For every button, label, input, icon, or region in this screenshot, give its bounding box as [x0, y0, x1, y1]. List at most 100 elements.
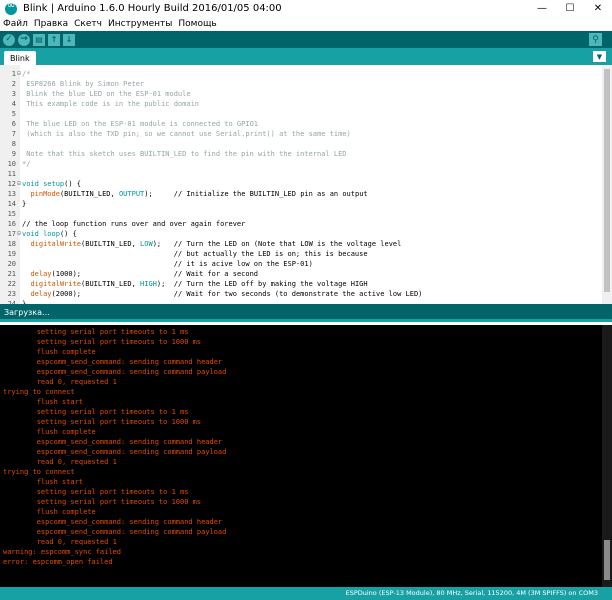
- line-number: 15: [7, 210, 16, 218]
- code-token: /*: [22, 70, 31, 78]
- console-line: espcomm_send_command: sending command pa…: [3, 368, 227, 376]
- status-bar: Загрузка...: [0, 304, 612, 322]
- tab-blink[interactable]: Blink: [4, 51, 36, 65]
- console-line: setting serial port timeouts to 1000 ms: [3, 338, 202, 346]
- minimize-button[interactable]: —: [528, 0, 556, 17]
- code-token: */: [22, 160, 31, 168]
- board-info: ESPDuino (ESP-13 Module), 80 MHz, Serial…: [345, 589, 598, 597]
- code-line: 2 ESP8266 Blink by Simon Peter: [0, 79, 600, 89]
- line-number: 5: [11, 110, 16, 118]
- line-number: 22: [7, 280, 16, 288]
- window-title: Blink | Arduino 1.6.0 Hourly Build 2016/…: [23, 3, 282, 14]
- code-token: loop: [43, 230, 60, 238]
- code-token: ); // Initialize the BUILTIN_LED pin as …: [144, 190, 368, 198]
- code-line: 1 ⊟/*: [0, 69, 600, 79]
- console-scrollbar[interactable]: [602, 325, 612, 587]
- editor-scrollbar-thumb[interactable]: [604, 69, 610, 292]
- line-number: 14: [7, 200, 16, 208]
- line-number: 19: [7, 250, 16, 258]
- chevron-down-icon: ▼: [596, 52, 603, 61]
- console-line: flush complete: [3, 428, 96, 436]
- code-line: 21 delay (1000); // Wait for a second: [0, 269, 600, 279]
- line-number: 20: [7, 260, 16, 268]
- code-area[interactable]: 1 ⊟/* 2 ESP8266 Blink by Simon Peter 3 Blin…: [0, 69, 600, 304]
- arrow-right-icon: →: [20, 34, 28, 44]
- code-token: setup: [43, 180, 65, 188]
- open-sketch-button[interactable]: ↑: [48, 33, 60, 46]
- code-token: This example code is in the public domai…: [22, 100, 200, 108]
- menu-file[interactable]: Файл: [3, 19, 28, 29]
- console-line: setting serial port timeouts to 1000 ms: [3, 498, 202, 506]
- editor-scrollbar[interactable]: [602, 65, 612, 304]
- console-line: espcomm_send_command: sending command he…: [3, 518, 223, 526]
- code-token: LOW: [140, 240, 153, 248]
- serial-monitor-button[interactable]: ⚲: [589, 33, 602, 46]
- line-number: 10: [7, 160, 16, 168]
- status-text: Загрузка...: [4, 308, 50, 317]
- console-line: flush start: [3, 398, 84, 406]
- tab-menu-button[interactable]: ▼: [593, 51, 606, 62]
- line-number: 13: [7, 190, 16, 198]
- code-line: 15: [0, 209, 600, 219]
- code-token: pinMode: [30, 190, 60, 198]
- menu-edit[interactable]: Правка: [34, 19, 68, 29]
- magnifier-icon: ⚲: [592, 34, 599, 45]
- tab-strip: Blink ▼: [0, 48, 612, 65]
- console-line: setting serial port timeouts to 1 ms: [3, 488, 189, 496]
- checkmark-icon: ✓: [5, 34, 13, 44]
- code-token: Blink the blue LED on the ESP-01 module: [22, 90, 191, 98]
- code-line: 9 Note that this sketch uses BUILTIN_LED…: [0, 149, 600, 159]
- code-token: () {: [59, 230, 77, 238]
- arduino-logo-icon: [5, 0, 17, 15]
- maximize-button[interactable]: ☐: [556, 0, 584, 17]
- line-number: 23: [7, 290, 16, 298]
- code-line: 18 digitalWrite (BUILTIN_LED, LOW); // Tu…: [0, 239, 600, 249]
- code-line: 11: [0, 169, 600, 179]
- console-output[interactable]: setting serial port timeouts to 1 ms set…: [0, 325, 612, 587]
- menu-tools[interactable]: Инструменты: [108, 19, 172, 29]
- menu-help[interactable]: Помощь: [178, 19, 216, 29]
- code-token: (which is also the TXD pin; so we cannot…: [22, 130, 351, 138]
- console-scrollbar-thumb[interactable]: [604, 540, 610, 580]
- code-token: (BUILTIN_LED,: [81, 240, 141, 248]
- arrow-down-icon: ↓: [65, 34, 73, 44]
- code-token: ); // Turn the LED off by making the vol…: [156, 280, 368, 288]
- save-sketch-button[interactable]: ↓: [63, 33, 75, 46]
- code-line: 22 digitalWrite (BUILTIN_LED, HIGH); // T…: [0, 279, 600, 289]
- upload-button[interactable]: →: [18, 33, 30, 46]
- code-line: 23 delay (2000); // Wait for two seconds …: [0, 289, 600, 299]
- code-token: ); // Turn the LED on (Note that LOW is …: [152, 240, 402, 248]
- code-token: delay: [30, 270, 52, 278]
- console-line: setting serial port timeouts to 1000 ms: [3, 418, 202, 426]
- close-button[interactable]: ✕: [584, 0, 612, 17]
- code-token: The blue LED on the ESP-01 module is con…: [22, 120, 259, 128]
- code-token: (BUILTIN_LED,: [59, 190, 119, 198]
- code-token: void: [22, 180, 39, 188]
- code-token: void: [22, 230, 39, 238]
- code-token: ESP8266 Blink by Simon Peter: [22, 80, 145, 88]
- verify-button[interactable]: ✓: [3, 33, 15, 46]
- code-token: }: [22, 200, 27, 208]
- console-line: espcomm_send_command: sending command pa…: [3, 448, 227, 456]
- arrow-up-icon: ↑: [50, 34, 58, 44]
- code-editor[interactable]: 1 ⊟/* 2 ESP8266 Blink by Simon Peter 3 Blin…: [0, 65, 612, 304]
- code-line: 19 // but actually the LED is on; this i…: [0, 249, 600, 259]
- title-bar: Blink | Arduino 1.6.0 Hourly Build 2016/…: [0, 0, 612, 17]
- console-line: setting serial port timeouts to 1 ms: [3, 328, 189, 336]
- line-number: 8: [11, 140, 16, 148]
- code-line: 13 pinMode (BUILTIN_LED, OUTPUT); // Init…: [0, 189, 600, 199]
- menu-sketch[interactable]: Скетч: [74, 19, 102, 29]
- new-sketch-button[interactable]: ▤: [33, 33, 45, 46]
- console-line: flush complete: [3, 508, 96, 516]
- line-number: 11: [7, 170, 16, 178]
- console-line: read 0, requested 1: [3, 458, 117, 466]
- code-token: HIGH: [140, 280, 157, 288]
- code-line: 10 */: [0, 159, 600, 169]
- code-token: OUTPUT: [118, 190, 145, 198]
- code-line: 4 This example code is in the public dom…: [0, 99, 600, 109]
